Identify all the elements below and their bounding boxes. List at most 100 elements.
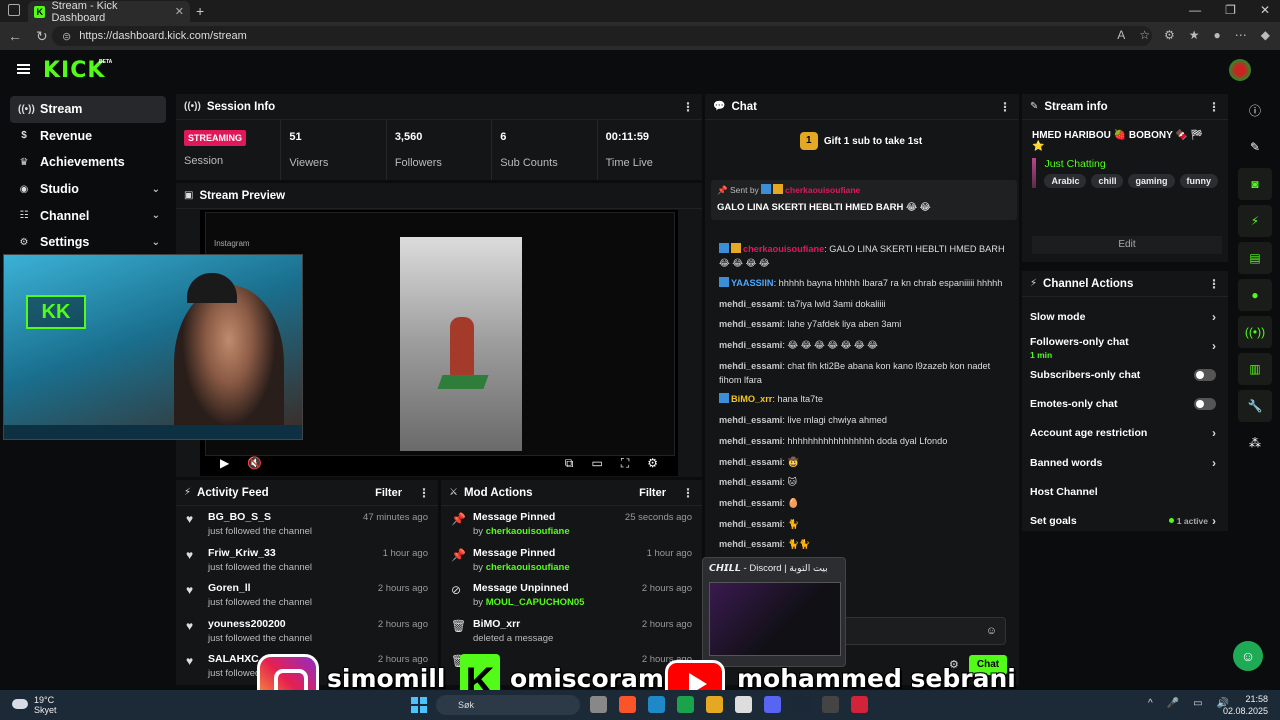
kebab-menu-icon[interactable]: ⋮ (682, 486, 694, 500)
sidebar-item-settings[interactable]: ⚙ Settings ⌄ (10, 229, 166, 256)
minimize-icon[interactable]: — (1189, 3, 1201, 17)
account-age-row[interactable]: Account age restriction › (1022, 419, 1228, 448)
chat-username[interactable]: cherkaouisoufiane (743, 244, 824, 254)
windows-start-icon[interactable] (411, 697, 427, 713)
favorite-star-icon[interactable]: ☆ (1139, 28, 1150, 42)
filter-button[interactable]: Filter (639, 487, 666, 499)
stream-category[interactable]: Just Chatting (1044, 158, 1218, 170)
emoji-icon[interactable]: ☺ (986, 625, 997, 637)
discord-taskbar-preview[interactable]: 𝘾𝙃𝙄𝙇𝙇 - Discord | بيت التوبة (702, 557, 846, 667)
profile-icon[interactable]: ● (1214, 28, 1221, 42)
chat-username[interactable]: YAASSIIN (731, 278, 774, 288)
kick-logo[interactable]: KICK (43, 58, 105, 83)
kebab-menu-icon[interactable]: ⋮ (1208, 277, 1220, 291)
more-icon[interactable]: ⋯ (1235, 28, 1247, 42)
pip-icon[interactable]: ⧉ (565, 456, 574, 471)
address-bar[interactable]: ⊜ https://dashboard.kick.com/stream (52, 26, 1152, 46)
chat-username[interactable]: mehdi_essami (719, 436, 782, 446)
chat-username[interactable]: mehdi_essami (719, 415, 782, 425)
browser-tab[interactable]: K Stream - Kick Dashboard ✕ (28, 0, 190, 24)
file-explorer-icon[interactable] (590, 696, 607, 713)
steam-icon[interactable] (793, 696, 810, 713)
follower-name[interactable]: Friw_Kriw_33 (208, 547, 312, 559)
mod-user[interactable]: MOUL_CAPUCHON05 (486, 597, 585, 608)
close-window-icon[interactable]: ✕ (1260, 3, 1270, 17)
chat-username[interactable]: mehdi_essami (719, 457, 782, 467)
host-channel-row[interactable]: Host Channel (1022, 477, 1228, 506)
subscribers-only-toggle[interactable] (1194, 368, 1216, 381)
follower-name[interactable]: youness200200 (208, 618, 312, 630)
edit-stream-info-button[interactable]: Edit (1032, 236, 1222, 254)
lightning-icon[interactable]: ⚡ (1238, 205, 1272, 237)
brave-browser-icon[interactable] (619, 696, 636, 713)
extensions-icon[interactable]: ⚙ (1164, 28, 1175, 42)
follower-name[interactable]: SALAHXC (208, 653, 260, 665)
mute-icon[interactable]: 🔇 (247, 456, 262, 470)
back-icon[interactable]: ← (8, 28, 22, 45)
refresh-icon[interactable]: ↻ (36, 28, 48, 45)
follower-name[interactable]: BG_BO_S_S (208, 511, 312, 523)
sidebar-item-studio[interactable]: ◉ Studio ⌄ (10, 176, 166, 203)
clock[interactable]: 21:58 02.08.2025 (1223, 693, 1268, 717)
sidebar-item-revenue[interactable]: $ Revenue (10, 123, 166, 150)
vlc-icon[interactable] (706, 696, 723, 713)
microphone-icon[interactable]: 🎤 (1167, 698, 1179, 709)
menu-icon[interactable] (17, 64, 30, 74)
discord-icon[interactable] (764, 696, 781, 713)
chat-username[interactable]: mehdi_essami (719, 498, 782, 508)
copilot-icon[interactable]: ◆ (1261, 28, 1270, 42)
emotes-only-toggle[interactable] (1194, 398, 1216, 411)
streaming-app-icon[interactable] (851, 696, 868, 713)
maximize-icon[interactable]: ❐ (1225, 3, 1236, 17)
play-icon[interactable]: ▶ (220, 456, 229, 470)
tab-actions-icon[interactable] (8, 4, 20, 16)
sidebar-item-channel[interactable]: ☷ Channel ⌄ (10, 202, 166, 229)
obs-icon[interactable] (822, 696, 839, 713)
kebab-menu-icon[interactable]: ⋮ (682, 100, 694, 114)
gift-sub-banner[interactable]: 1 Gift 1 sub to take 1st (705, 120, 1017, 162)
read-aloud-icon[interactable]: A (1117, 28, 1125, 42)
pencil-icon[interactable]: ✎ (1238, 131, 1272, 163)
wrench-icon[interactable]: 🔧 (1238, 390, 1272, 422)
settings-icon[interactable]: ⚙ (647, 456, 658, 471)
favorites-icon[interactable]: ★ (1189, 28, 1200, 42)
chat-username[interactable]: BiMO_xrr (731, 394, 772, 404)
display-icon[interactable]: ▭ (1193, 698, 1202, 709)
followers-only-row[interactable]: Followers-only chat 1 min › (1022, 331, 1228, 360)
add-widget-icon[interactable]: ⁂ (1238, 427, 1272, 459)
mod-user[interactable]: cherkaouisoufiane (486, 562, 570, 573)
chevron-up-icon[interactable]: ^ (1148, 698, 1153, 709)
sidebar-item-stream[interactable]: ((•)) Stream (10, 96, 166, 123)
store-icon[interactable] (735, 696, 752, 713)
pinned-user[interactable]: cherkaouisoufiane (785, 185, 860, 195)
user-avatar[interactable] (1229, 59, 1251, 81)
theater-icon[interactable]: ▭ (591, 456, 602, 471)
kebab-menu-icon[interactable]: ⋮ (1208, 100, 1220, 114)
mod-user[interactable]: cherkaouisoufiane (486, 526, 570, 537)
banned-words-row[interactable]: Banned words › (1022, 448, 1228, 477)
chat-username[interactable]: mehdi_essami (719, 539, 782, 549)
xbox-icon[interactable] (677, 696, 694, 713)
filter-button[interactable]: Filter (375, 487, 402, 499)
layout-icon[interactable]: ▥ (1238, 353, 1272, 385)
fullscreen-icon[interactable]: ⛶ (621, 456, 629, 471)
info-icon[interactable]: ⓘ (1238, 94, 1272, 126)
chat-username[interactable]: mehdi_essami (719, 319, 782, 329)
kebab-menu-icon[interactable]: ⋮ (999, 100, 1011, 114)
slow-mode-row[interactable]: Slow mode › (1022, 302, 1228, 331)
chat-username[interactable]: mehdi_essami (719, 340, 782, 350)
kebab-menu-icon[interactable]: ⋮ (418, 486, 430, 500)
camera-icon[interactable]: ◙ (1238, 168, 1272, 200)
weather-widget[interactable]: 19°C Skyet (12, 695, 57, 715)
chat-username[interactable]: mehdi_essami (719, 519, 782, 529)
chat-bubble-icon[interactable]: ● (1238, 279, 1272, 311)
site-info-icon[interactable]: ⊜ (62, 30, 71, 43)
help-chat-icon[interactable]: ☺ (1233, 641, 1263, 671)
mod-action[interactable]: BiMO_xrr (473, 618, 553, 630)
chat-username[interactable]: mehdi_essami (719, 361, 782, 371)
taskbar-search[interactable]: Søk (436, 695, 580, 715)
chat-username[interactable]: mehdi_essami (719, 477, 782, 487)
set-goals-row[interactable]: Set goals 1 active › (1022, 506, 1228, 535)
chat-username[interactable]: mehdi_essami (719, 299, 782, 309)
close-tab-icon[interactable]: ✕ (175, 5, 184, 18)
